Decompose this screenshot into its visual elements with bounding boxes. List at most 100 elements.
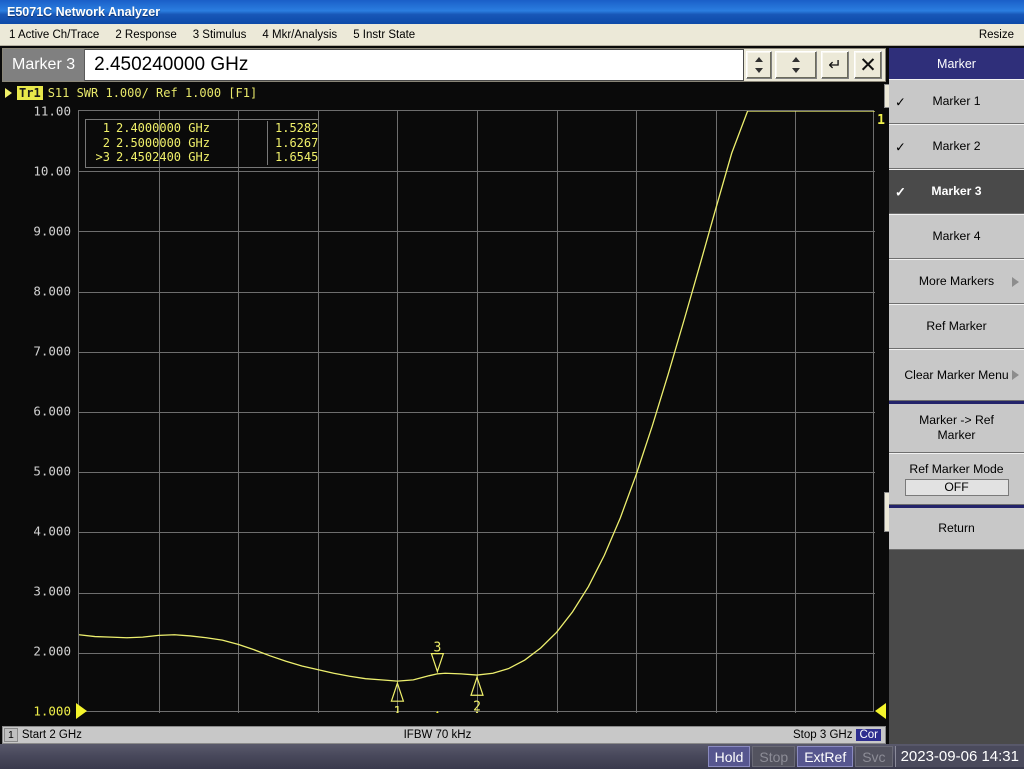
spinner-down-icon[interactable] (755, 68, 763, 73)
softkey-marker-3[interactable]: ✓ Marker 3 (889, 169, 1024, 214)
y-tick-label: 11.00 (33, 103, 71, 119)
y-axis-labels: 11.00 10.00 9.000 8.000 7.000 6.000 5.000 4.000… (2, 102, 76, 724)
spinner-large-down-icon[interactable] (792, 68, 800, 73)
softkey-marker-1[interactable]: ✓ Marker 1 (889, 79, 1024, 124)
softkey-label: Marker 2 (932, 139, 981, 153)
check-icon: ✓ (895, 139, 906, 154)
resize-button[interactable]: Resize (972, 27, 1024, 43)
softkey-label: Clear Marker Menu (904, 367, 1009, 382)
active-trace-arrow-icon (5, 88, 12, 98)
marker-index: 2 (102, 135, 110, 150)
correction-badge[interactable]: Cor (856, 729, 881, 741)
softkey-menu-title: Marker (889, 48, 1024, 79)
reference-marker-left-icon (76, 703, 87, 719)
ifbw-label[interactable]: IFBW 70 kHz (82, 729, 793, 741)
hold-status[interactable]: Hold (707, 746, 751, 767)
y-tick-label: 4.000 (33, 523, 71, 539)
reference-marker-right-icon (875, 703, 886, 719)
channel-indicator[interactable]: 1 (4, 728, 18, 742)
softkey-content: Marker -> Ref Marker (901, 413, 1012, 443)
menu-bar: 1 Active Ch/Trace 2 Response 3 Stimulus … (0, 24, 1024, 46)
marker-frequency: 2.5000000 GHz (116, 135, 268, 150)
plot-canvas[interactable]: 12 3 1 1 2.4000000 GHz 1.5282 2 2.5000000 GHz… (78, 110, 885, 713)
grid-lines (79, 111, 875, 713)
softkey-content: Marker 3 (901, 184, 1012, 199)
softkey-menu-filler (889, 550, 1024, 750)
softkey-marker-4[interactable]: Marker 4 (889, 214, 1024, 259)
marker-readout-row: 1 2.4000000 GHz 1.5282 (86, 121, 318, 136)
y-tick-label: 9.000 (33, 223, 71, 239)
marker-value: 1.6267 (275, 135, 319, 150)
marker-3-axis-pointer[interactable] (427, 710, 447, 713)
marker-value: 1.5282 (275, 121, 319, 135)
close-entry-button[interactable]: ✕ (854, 51, 882, 79)
spinner-large-up-icon[interactable] (792, 57, 800, 62)
enter-button[interactable]: ↵ (821, 51, 849, 79)
status-taskbar: Hold Stop ExtRef Svc 2023-09-06 14:31 (0, 744, 1024, 769)
entry-value-input[interactable]: 2.450240000 GHz (85, 49, 744, 81)
menu-item-instr-state[interactable]: 5 Instr State (346, 27, 422, 43)
window-title: E5071C Network Analyzer (7, 5, 161, 19)
menu-item-mkr-analysis[interactable]: 4 Mkr/Analysis (255, 27, 344, 43)
softkey-clear-marker-menu[interactable]: Clear Marker Menu (889, 349, 1024, 401)
softkey-content: Clear Marker Menu (901, 368, 1012, 383)
y-tick-label: 8.000 (33, 283, 71, 299)
spinner-up-icon[interactable] (755, 57, 763, 62)
softkey-content: Return (901, 521, 1012, 536)
step-spinner-large[interactable] (775, 51, 817, 79)
softkey-content: Marker 2 (901, 139, 1012, 154)
marker-value: 1.6545 (275, 150, 319, 164)
softkey-label: Ref Marker Mode (909, 462, 1004, 476)
softkey-content: More Markers (901, 274, 1012, 289)
softkey-label: Marker 4 (932, 229, 981, 243)
svc-status[interactable]: Svc (855, 746, 893, 767)
menu-item-response[interactable]: 2 Response (108, 27, 183, 43)
marker-index: 1 (102, 121, 110, 135)
marker-1-axis-pointer[interactable] (387, 710, 407, 713)
menu-item-active-ch-trace[interactable]: 1 Active Ch/Trace (2, 27, 106, 43)
y-tick-label: 10.00 (33, 163, 71, 179)
softkey-ref-marker[interactable]: Ref Marker (889, 304, 1024, 349)
marker-readout-table: 1 2.4000000 GHz 1.5282 2 2.5000000 GHz 1.6267… (85, 119, 320, 168)
softkey-return[interactable]: Return (889, 505, 1024, 550)
plot-svg: 1 2 3 (79, 111, 875, 713)
softkey-label: Ref Marker (926, 319, 987, 333)
softkey-marker-2[interactable]: ✓ Marker 2 (889, 124, 1024, 169)
stop-status[interactable]: Stop (752, 746, 796, 767)
softkey-marker-ref-marker[interactable]: Marker -> Ref Marker (889, 401, 1024, 453)
window-titlebar: E5071C Network Analyzer (0, 0, 1024, 24)
check-icon: ✓ (895, 94, 906, 109)
marker-frequency: 2.4000000 GHz (116, 121, 268, 136)
y-tick-label: 6.000 (33, 403, 71, 419)
trace-status-bar[interactable]: Tr1 S11 SWR 1.000/ Ref 1.000 [F1] (2, 84, 886, 102)
menu-item-stimulus[interactable]: 3 Stimulus (186, 27, 254, 43)
stop-frequency-label[interactable]: Stop 3 GHz (793, 729, 856, 741)
analyzer-window: E5071C Network Analyzer 1 Active Ch/Trac… (0, 0, 1024, 769)
softkey-more-markers[interactable]: More Markers (889, 259, 1024, 304)
marker-3-number: 3 (433, 641, 441, 656)
softkey-label: Marker 3 (931, 184, 982, 198)
softkey-ref-marker-mode[interactable]: Ref Marker Mode OFF (889, 453, 1024, 505)
softkey-content: Ref Marker Mode OFF (901, 462, 1012, 496)
softkey-content: Ref Marker (901, 319, 1012, 334)
softkey-list: ✓ Marker 1 ✓ Marker 2 ✓ Marker 3 Marker 4 More … (889, 79, 1024, 550)
marker-readout-row: 2 2.5000000 GHz 1.6267 (86, 135, 319, 150)
marker-3-glyph[interactable]: 3 (430, 641, 445, 674)
submenu-arrow-icon (1012, 276, 1019, 287)
marker-2-axis-pointer[interactable] (467, 710, 487, 713)
y-tick-label: 3.000 (33, 583, 71, 599)
marker-frequency: 2.4502400 GHz (116, 150, 268, 165)
softkey-content: Marker 1 (901, 94, 1012, 109)
trace-badge[interactable]: Tr1 (17, 86, 43, 100)
y-tick-label: 2.000 (33, 643, 71, 659)
extref-status[interactable]: ExtRef (797, 746, 854, 767)
softkey-value-field[interactable]: OFF (904, 479, 1009, 496)
start-frequency-label[interactable]: Start 2 GHz (22, 729, 82, 741)
softkey-menu: Marker ✓ Marker 1 ✓ Marker 2 ✓ Marker 3 Marker… (889, 48, 1024, 750)
softkey-label: More Markers (918, 274, 995, 288)
x-axis-status-bar: 1 Start 2 GHz IFBW 70 kHz Stop 3 GHz Cor (2, 726, 886, 744)
step-spinner-small[interactable] (746, 51, 772, 79)
graph-area: 11.00 10.00 9.000 8.000 7.000 6.000 5.000 4.000… (2, 102, 886, 724)
y-tick-label: 1.000 (33, 703, 71, 719)
y-tick-label: 7.000 (33, 343, 71, 359)
